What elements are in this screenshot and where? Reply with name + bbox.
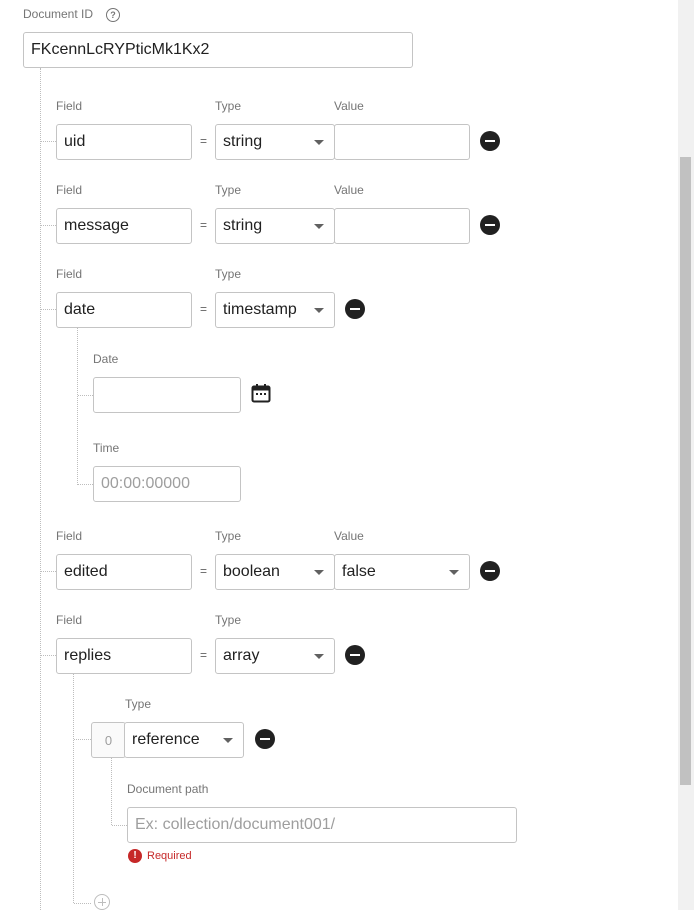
date-input[interactable]	[93, 377, 241, 413]
tree-branch	[41, 309, 56, 310]
chevron-down-icon	[314, 570, 324, 575]
add-item-icon[interactable]	[94, 894, 110, 910]
field-name-input[interactable]: message	[56, 208, 192, 244]
remove-field-icon[interactable]	[480, 561, 500, 581]
date-label: Date	[93, 352, 119, 366]
tree-line	[73, 674, 74, 903]
remove-item-icon[interactable]	[255, 729, 275, 749]
type-select[interactable]: string	[215, 124, 335, 160]
type-select[interactable]: timestamp	[215, 292, 335, 328]
remove-field-icon[interactable]	[345, 645, 365, 665]
tree-branch	[74, 903, 91, 904]
value-label: Value	[334, 183, 364, 197]
calendar-icon[interactable]	[251, 383, 271, 403]
field-name-input[interactable]: edited	[56, 554, 192, 590]
type-label: Type	[215, 613, 242, 627]
type-select-value: array	[223, 647, 260, 664]
array-index: 0	[91, 722, 126, 758]
document-id-input[interactable]: FKcennLcRYPticMk1Kx2	[23, 32, 413, 68]
tree-branch	[74, 739, 91, 740]
value-label: Value	[334, 99, 364, 113]
time-label: Time	[93, 441, 120, 455]
tree-branch	[112, 825, 127, 826]
remove-field-icon[interactable]	[480, 215, 500, 235]
tree-line	[77, 328, 78, 485]
error-message: Required	[147, 850, 192, 862]
value-label: Value	[334, 529, 364, 543]
help-icon[interactable]: ?	[106, 8, 120, 22]
equals-sign: =	[200, 564, 208, 578]
document-path-label: Document path	[127, 782, 209, 796]
error-icon: !	[128, 849, 142, 863]
field-label: Field	[56, 183, 83, 197]
tree-branch	[41, 655, 56, 656]
type-select[interactable]: boolean	[215, 554, 335, 590]
type-label: Type	[215, 183, 242, 197]
value-input[interactable]	[334, 124, 470, 160]
field-label: Field	[56, 267, 83, 281]
equals-sign: =	[200, 134, 208, 148]
chevron-down-icon	[314, 224, 324, 229]
field-name-input[interactable]: replies	[56, 638, 192, 674]
chevron-down-icon	[314, 308, 324, 313]
value-select-value: false	[342, 563, 376, 580]
remove-field-icon[interactable]	[345, 299, 365, 319]
type-select-value: boolean	[223, 563, 280, 580]
chevron-down-icon	[449, 570, 459, 575]
tree-line	[111, 758, 112, 825]
type-select[interactable]: array	[215, 638, 335, 674]
scrollbar[interactable]	[678, 0, 694, 910]
tree-branch	[78, 395, 93, 396]
tree-branch	[41, 141, 56, 142]
value-select[interactable]: false	[334, 554, 470, 590]
chevron-down-icon	[314, 654, 324, 659]
type-select-value: timestamp	[223, 301, 297, 318]
field-name-input[interactable]: uid	[56, 124, 192, 160]
value-input[interactable]	[334, 208, 470, 244]
type-select-value: string	[223, 217, 263, 234]
type-select-value: reference	[132, 731, 200, 748]
scrollbar-thumb[interactable]	[680, 157, 691, 785]
type-select-value: string	[223, 133, 263, 150]
field-name-input[interactable]: date	[56, 292, 192, 328]
document-id-label: Document ID	[23, 7, 94, 21]
type-select[interactable]: string	[215, 208, 335, 244]
field-label: Field	[56, 529, 83, 543]
field-label: Field	[56, 99, 83, 113]
tree-branch	[41, 225, 56, 226]
document-path-input[interactable]: Ex: collection/document001/	[127, 807, 517, 843]
field-label: Field	[56, 613, 83, 627]
chevron-down-icon	[223, 738, 233, 743]
tree-branch	[41, 571, 56, 572]
type-label: Type	[215, 99, 242, 113]
array-item-type-select[interactable]: reference	[124, 722, 244, 758]
equals-sign: =	[200, 648, 208, 662]
time-input[interactable]: 00:00:00000	[93, 466, 241, 502]
tree-line	[40, 68, 41, 910]
equals-sign: =	[200, 302, 208, 316]
tree-branch	[78, 484, 93, 485]
type-label: Type	[215, 529, 242, 543]
equals-sign: =	[200, 218, 208, 232]
remove-field-icon[interactable]	[480, 131, 500, 151]
type-label: Type	[125, 697, 152, 711]
type-label: Type	[215, 267, 242, 281]
chevron-down-icon	[314, 140, 324, 145]
